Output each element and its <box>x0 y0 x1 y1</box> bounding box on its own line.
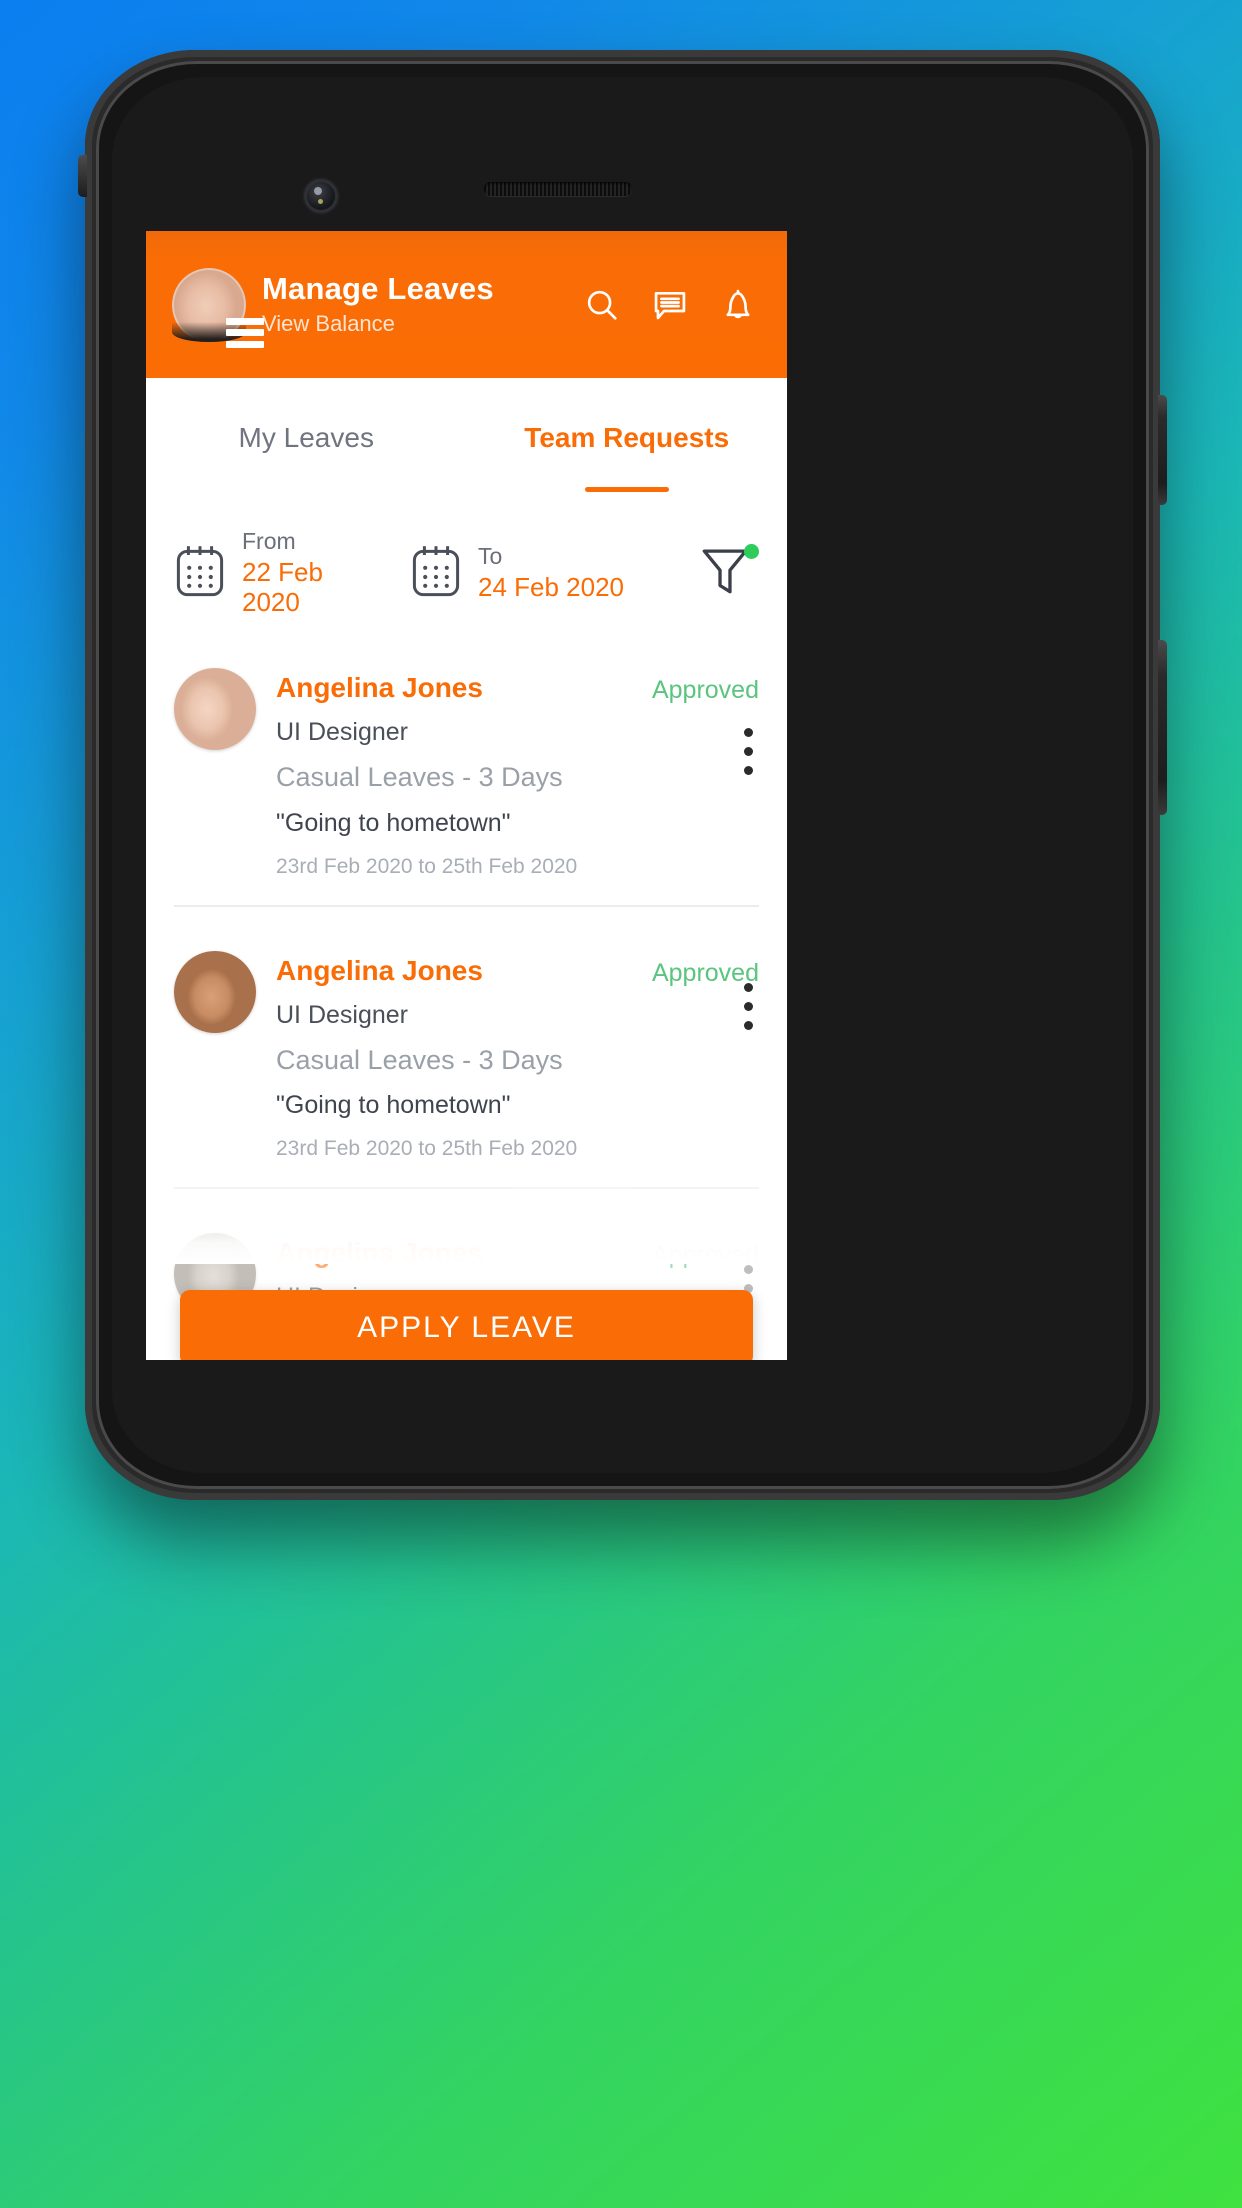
page-subtitle[interactable]: View Balance <box>262 312 583 336</box>
employee-role: UI Designer <box>276 1000 408 1029</box>
phone-screen: Manage Leaves View Balance My Leaves Tea… <box>146 231 787 1360</box>
app-bar: Manage Leaves View Balance <box>146 231 787 378</box>
tab-active-underline <box>584 487 669 492</box>
volume-button[interactable] <box>1158 640 1167 815</box>
more-options-icon[interactable] <box>744 728 753 776</box>
bell-icon[interactable] <box>719 286 757 324</box>
status-badge: Approved <box>651 676 759 705</box>
list-item-body: Angelina Jones Approved UI Designer Casu… <box>276 951 759 1162</box>
employee-name: Angelina Jones <box>276 954 483 986</box>
calendar-icon <box>410 543 462 604</box>
apply-leave-button[interactable]: APPLY LEAVE <box>180 1290 753 1360</box>
power-button[interactable] <box>1158 395 1167 505</box>
date-to-label: To <box>478 542 503 569</box>
avatar <box>174 950 256 1033</box>
tab-team-requests-label: Team Requests <box>524 422 730 453</box>
date-from-field[interactable]: From 22 Feb 2020 <box>174 528 386 618</box>
tab-bar: My Leaves Team Requests <box>146 378 788 492</box>
calendar-icon <box>174 543 226 604</box>
more-options-icon[interactable] <box>744 982 753 1030</box>
leave-type: Casual Leaves - 3 Days <box>276 762 563 793</box>
list-item-body: Angelina Jones Approved UI Designer Casu… <box>276 668 759 879</box>
front-camera-icon <box>304 179 338 213</box>
tab-my-leaves-label: My Leaves <box>238 422 374 453</box>
date-to-field[interactable]: To 24 Feb 2020 <box>410 543 630 604</box>
list-item-header: Angelina Jones Approved <box>276 1237 759 1270</box>
employee-role: UI Designer <box>276 718 408 747</box>
date-from-value: 22 Feb 2020 <box>242 557 323 618</box>
status-badge: Approved <box>651 1241 759 1270</box>
filter-active-badge <box>744 543 759 559</box>
date-from-text: From 22 Feb 2020 <box>242 528 386 618</box>
hamburger-menu-icon[interactable] <box>226 317 264 348</box>
tab-team-requests[interactable]: Team Requests <box>467 422 788 492</box>
leave-reason: "Going to hometown" <box>276 1091 511 1120</box>
leave-type: Casual Leaves - 3 Days <box>276 1044 563 1075</box>
date-to-value: 24 Feb 2020 <box>478 572 625 603</box>
date-from-label: From <box>242 528 296 554</box>
phone-inner-bezel: Manage Leaves View Balance My Leaves Tea… <box>96 61 1149 1489</box>
search-icon[interactable] <box>583 286 621 324</box>
list-item[interactable]: Angelina Jones Approved UI Designer Casu… <box>174 652 759 879</box>
status-badge: Approved <box>651 958 759 987</box>
phone-body: Manage Leaves View Balance My Leaves Tea… <box>112 77 1133 1473</box>
chat-icon[interactable] <box>651 286 689 324</box>
avatar <box>174 668 256 751</box>
list-item[interactable]: Angelina Jones Approved UI Designer Casu… <box>174 904 759 1162</box>
filter-funnel-icon[interactable] <box>697 542 759 605</box>
date-to-text: To 24 Feb 2020 <box>478 543 624 603</box>
leave-dates: 23rd Feb 2020 to 25th Feb 2020 <box>276 854 578 878</box>
leave-dates: 23rd Feb 2020 to 25th Feb 2020 <box>276 1137 578 1161</box>
app-bar-titles: Manage Leaves View Balance <box>262 272 583 336</box>
tab-my-leaves[interactable]: My Leaves <box>146 422 467 476</box>
list-item-header: Angelina Jones Approved <box>276 955 759 988</box>
app-bar-actions <box>583 286 761 324</box>
leave-request-list: Angelina Jones Approved UI Designer Casu… <box>146 652 787 1360</box>
earpiece-speaker <box>484 182 632 196</box>
page-title: Manage Leaves <box>262 271 494 307</box>
leave-reason: "Going to hometown" <box>276 808 511 837</box>
left-side-button[interactable] <box>78 155 87 197</box>
employee-name: Angelina Jones <box>276 672 483 704</box>
list-item-header: Angelina Jones Approved <box>276 672 759 705</box>
avatar-wrap[interactable] <box>172 267 264 348</box>
filter-bar: From 22 Feb 2020 To 24 Feb 2020 <box>146 476 787 618</box>
employee-name: Angelina Jones <box>276 1237 483 1269</box>
phone-frame: Manage Leaves View Balance My Leaves Tea… <box>78 50 1167 1500</box>
